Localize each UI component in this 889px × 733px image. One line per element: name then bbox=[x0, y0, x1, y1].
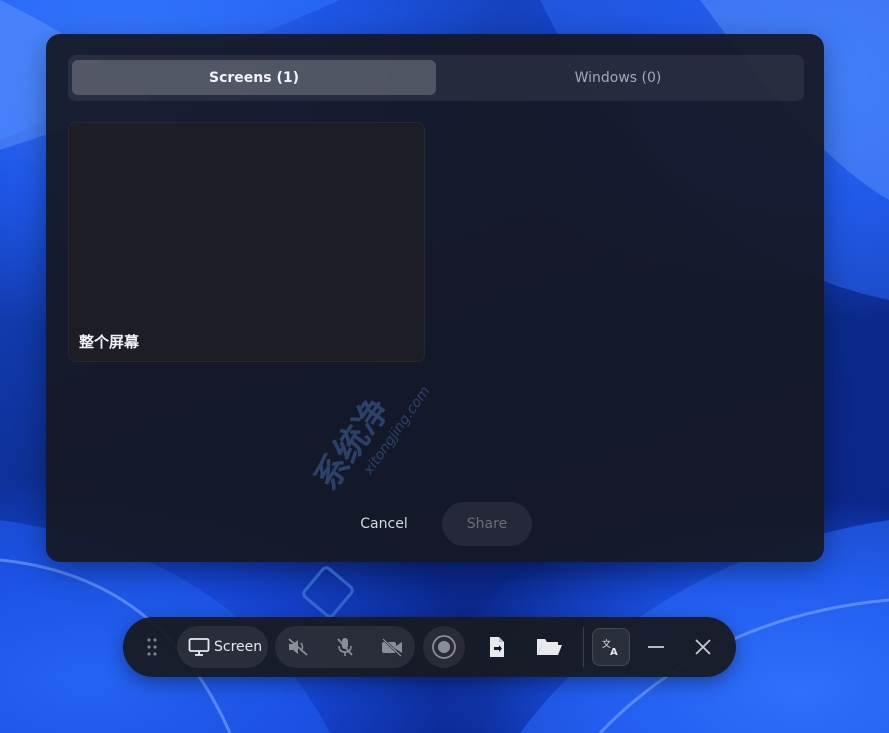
record-button[interactable] bbox=[423, 626, 465, 668]
cancel-button[interactable]: Cancel bbox=[349, 502, 419, 546]
translate-button[interactable]: 文 A bbox=[592, 628, 630, 666]
record-button-content bbox=[423, 626, 465, 668]
screen-source-button[interactable]: Screen bbox=[177, 626, 268, 668]
camera-off-icon bbox=[382, 638, 402, 657]
toolbar-divider bbox=[583, 627, 584, 667]
export-file-button[interactable] bbox=[483, 635, 511, 659]
source-card-entire-screen[interactable]: 整个屏幕 bbox=[68, 122, 425, 362]
tab-screens[interactable]: Screens (1) bbox=[72, 60, 436, 95]
monitor-icon bbox=[188, 638, 210, 656]
screen-label: Screen bbox=[214, 639, 263, 655]
svg-text:A: A bbox=[610, 647, 618, 657]
minimize-icon bbox=[648, 646, 664, 648]
source-card-label: 整个屏幕 bbox=[79, 333, 140, 351]
translate-icon: 文 A bbox=[602, 638, 618, 657]
close-button[interactable] bbox=[690, 635, 716, 659]
mic-muted-icon bbox=[337, 638, 353, 656]
capture-toolbar: Screen 文 A bbox=[123, 617, 736, 677]
record-icon bbox=[432, 635, 456, 659]
file-export-icon bbox=[490, 637, 504, 657]
share-button[interactable]: Share bbox=[442, 502, 532, 546]
grip-dots-icon bbox=[147, 638, 157, 656]
speaker-muted-icon bbox=[288, 638, 308, 656]
minimize-button[interactable] bbox=[643, 635, 669, 659]
camera-toggle[interactable] bbox=[377, 635, 407, 659]
share-source-dialog: Screens (1) Windows (0) 整个屏幕 Cancel Shar… bbox=[46, 34, 824, 562]
tab-windows[interactable]: Windows (0) bbox=[436, 60, 800, 95]
source-tabs: Screens (1) Windows (0) bbox=[68, 55, 804, 101]
translate-button-content: 文 A bbox=[593, 629, 629, 665]
close-icon bbox=[695, 639, 711, 655]
system-audio-toggle[interactable] bbox=[283, 635, 313, 659]
screen-source-content: Screen bbox=[188, 626, 262, 668]
drag-handle[interactable] bbox=[141, 635, 163, 659]
open-folder-button[interactable] bbox=[533, 635, 565, 659]
microphone-toggle[interactable] bbox=[330, 635, 360, 659]
folder-open-icon bbox=[537, 639, 562, 655]
